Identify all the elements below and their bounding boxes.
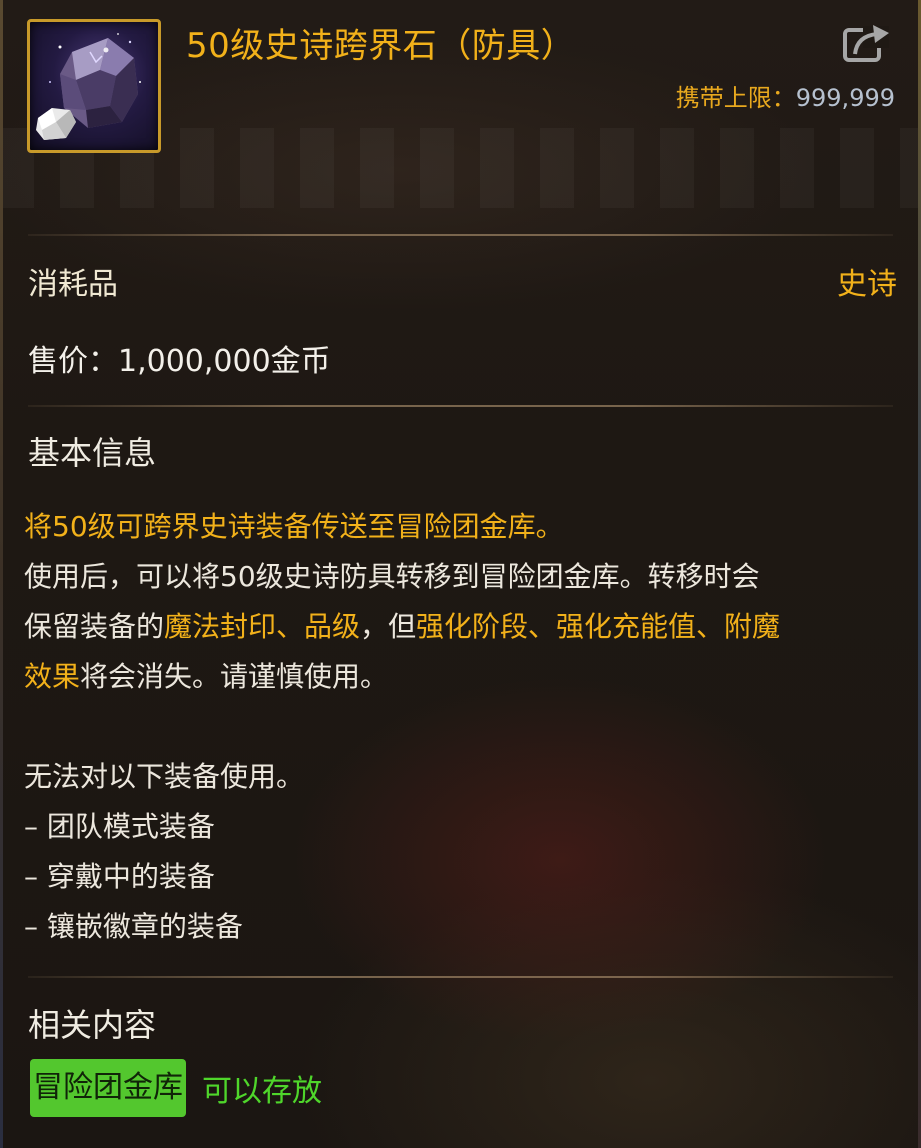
description-text: 将会消失。请谨慎使用。 — [80, 660, 389, 693]
share-icon — [843, 25, 889, 62]
description-text: 保留装备的 — [24, 610, 165, 643]
description-line: 将50级可跨界史诗装备传送至冒险团金库。 — [24, 510, 564, 543]
description-line: 效果将会消失。请谨慎使用。 — [24, 652, 904, 702]
carry-limit-value: 999,999 — [795, 84, 895, 112]
description-line: 保留装备的魔法封印、品级，但强化阶段、强化充能值、附魔 — [24, 602, 904, 652]
restriction-item: – 穿戴中的装备 — [24, 860, 215, 893]
divider — [28, 405, 893, 407]
description-highlight: 强化阶段、强化充能值、附魔 — [416, 610, 781, 643]
basic-info-heading: 基本信息 — [28, 434, 157, 472]
item-description: 将50级可跨界史诗装备传送至冒险团金库。 使用后，可以将50级史诗防具转移到冒险… — [24, 502, 904, 952]
carry-limit: 携带上限：999,999 — [676, 78, 895, 113]
stone-icon — [27, 19, 161, 153]
item-rarity: 史诗 — [837, 267, 897, 302]
related-heading: 相关内容 — [28, 1006, 157, 1044]
divider — [28, 234, 893, 236]
item-price: 售价：1,000,000金币 — [28, 344, 331, 379]
item-title: 50级史诗跨界石（防具） — [186, 26, 576, 66]
description-highlight: 魔法封印、品级 — [164, 610, 361, 643]
description-text: ，但 — [360, 610, 417, 643]
item-tooltip: 50级史诗跨界石（防具） 携带上限：999,999 消耗品 史诗 售价：1,00… — [0, 0, 921, 1148]
restriction-item: – 镶嵌徽章的装备 — [24, 910, 243, 943]
storable-status: 可以存放 — [202, 1074, 322, 1109]
carry-limit-label: 携带上限： — [675, 84, 796, 112]
share-button[interactable] — [843, 22, 891, 66]
restriction-item: – 团队模式装备 — [24, 810, 215, 843]
item-category: 消耗品 — [28, 267, 118, 302]
divider — [28, 976, 893, 978]
description-line: 使用后，可以将50级史诗防具转移到冒险团金库。转移时会 — [24, 560, 760, 593]
description-highlight: 效果 — [24, 660, 81, 693]
adventure-vault-tag[interactable]: 冒险团金库 — [30, 1059, 186, 1117]
restriction-heading: 无法对以下装备使用。 — [24, 760, 305, 793]
